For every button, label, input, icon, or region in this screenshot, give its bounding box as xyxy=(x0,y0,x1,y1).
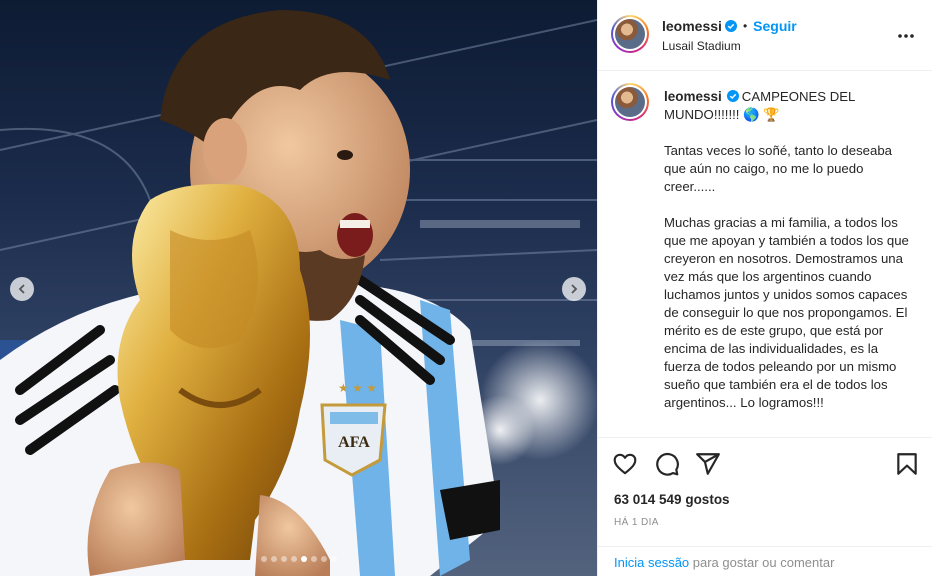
verified-badge-icon xyxy=(726,90,739,102)
likes-count[interactable]: 63 014 549 gostos xyxy=(614,492,730,507)
carousel-dot xyxy=(260,556,267,562)
carousel-dot xyxy=(270,556,277,562)
post-actions: 63 014 549 gostos HÁ 1 DIA xyxy=(598,437,932,545)
carousel-dot xyxy=(320,556,327,562)
caption-paragraph-2: Muchas gracias a mi familia, a todos los… xyxy=(664,215,909,410)
location-link[interactable]: Lusail Stadium xyxy=(662,39,741,53)
carousel-dot xyxy=(290,556,297,562)
caption-username[interactable]: leomessi xyxy=(664,89,722,104)
more-options-icon[interactable] xyxy=(896,26,916,46)
follow-button[interactable]: Seguir xyxy=(753,18,797,34)
carousel-dot xyxy=(310,556,317,562)
header-separator: • xyxy=(742,19,748,33)
post-photo[interactable]: AFA ★ ★ ★ xyxy=(0,0,597,576)
chevron-right-icon xyxy=(571,284,578,294)
login-prompt-text: para gostar ou comentar xyxy=(689,555,835,570)
caption-avatar[interactable] xyxy=(611,83,649,121)
carousel-dots xyxy=(0,556,597,562)
post-side-panel: leomessi • Seguir Lusail Stadium leomess… xyxy=(597,0,932,576)
carousel-dot xyxy=(330,556,337,562)
login-link[interactable]: Inicia sessão xyxy=(614,555,689,570)
carousel-prev-button[interactable] xyxy=(10,277,34,301)
verified-badge-icon xyxy=(724,20,737,32)
post-header: leomessi • Seguir Lusail Stadium xyxy=(598,0,932,71)
carousel-dot xyxy=(280,556,287,562)
carousel-next-button[interactable] xyxy=(562,277,586,301)
chevron-left-icon xyxy=(18,284,25,294)
svg-text:★ ★ ★: ★ ★ ★ xyxy=(338,381,377,395)
photo-scene: AFA ★ ★ ★ xyxy=(0,10,597,576)
header-username[interactable]: leomessi xyxy=(662,18,722,34)
heart-icon[interactable] xyxy=(612,451,638,477)
share-icon[interactable] xyxy=(695,451,721,477)
caption-paragraph-1: Tantas veces lo soñé, tanto lo deseaba q… xyxy=(664,143,893,194)
caption-area: leomessi CAMPEONES DEL MUNDO!!!!!!! 🌎 🏆 … xyxy=(598,72,932,435)
login-prompt: Inicia sessão para gostar ou comentar xyxy=(598,546,932,576)
caption-text: leomessi CAMPEONES DEL MUNDO!!!!!!! 🌎 🏆 … xyxy=(664,88,914,430)
comment-icon[interactable] xyxy=(654,451,680,477)
avatar[interactable] xyxy=(611,15,649,53)
bookmark-icon[interactable] xyxy=(894,451,920,477)
post-timestamp[interactable]: HÁ 1 DIA xyxy=(614,517,659,528)
header-user-line: leomessi • Seguir xyxy=(662,18,797,34)
carousel-dot xyxy=(300,556,307,562)
afa-crest-text: AFA xyxy=(338,434,370,451)
